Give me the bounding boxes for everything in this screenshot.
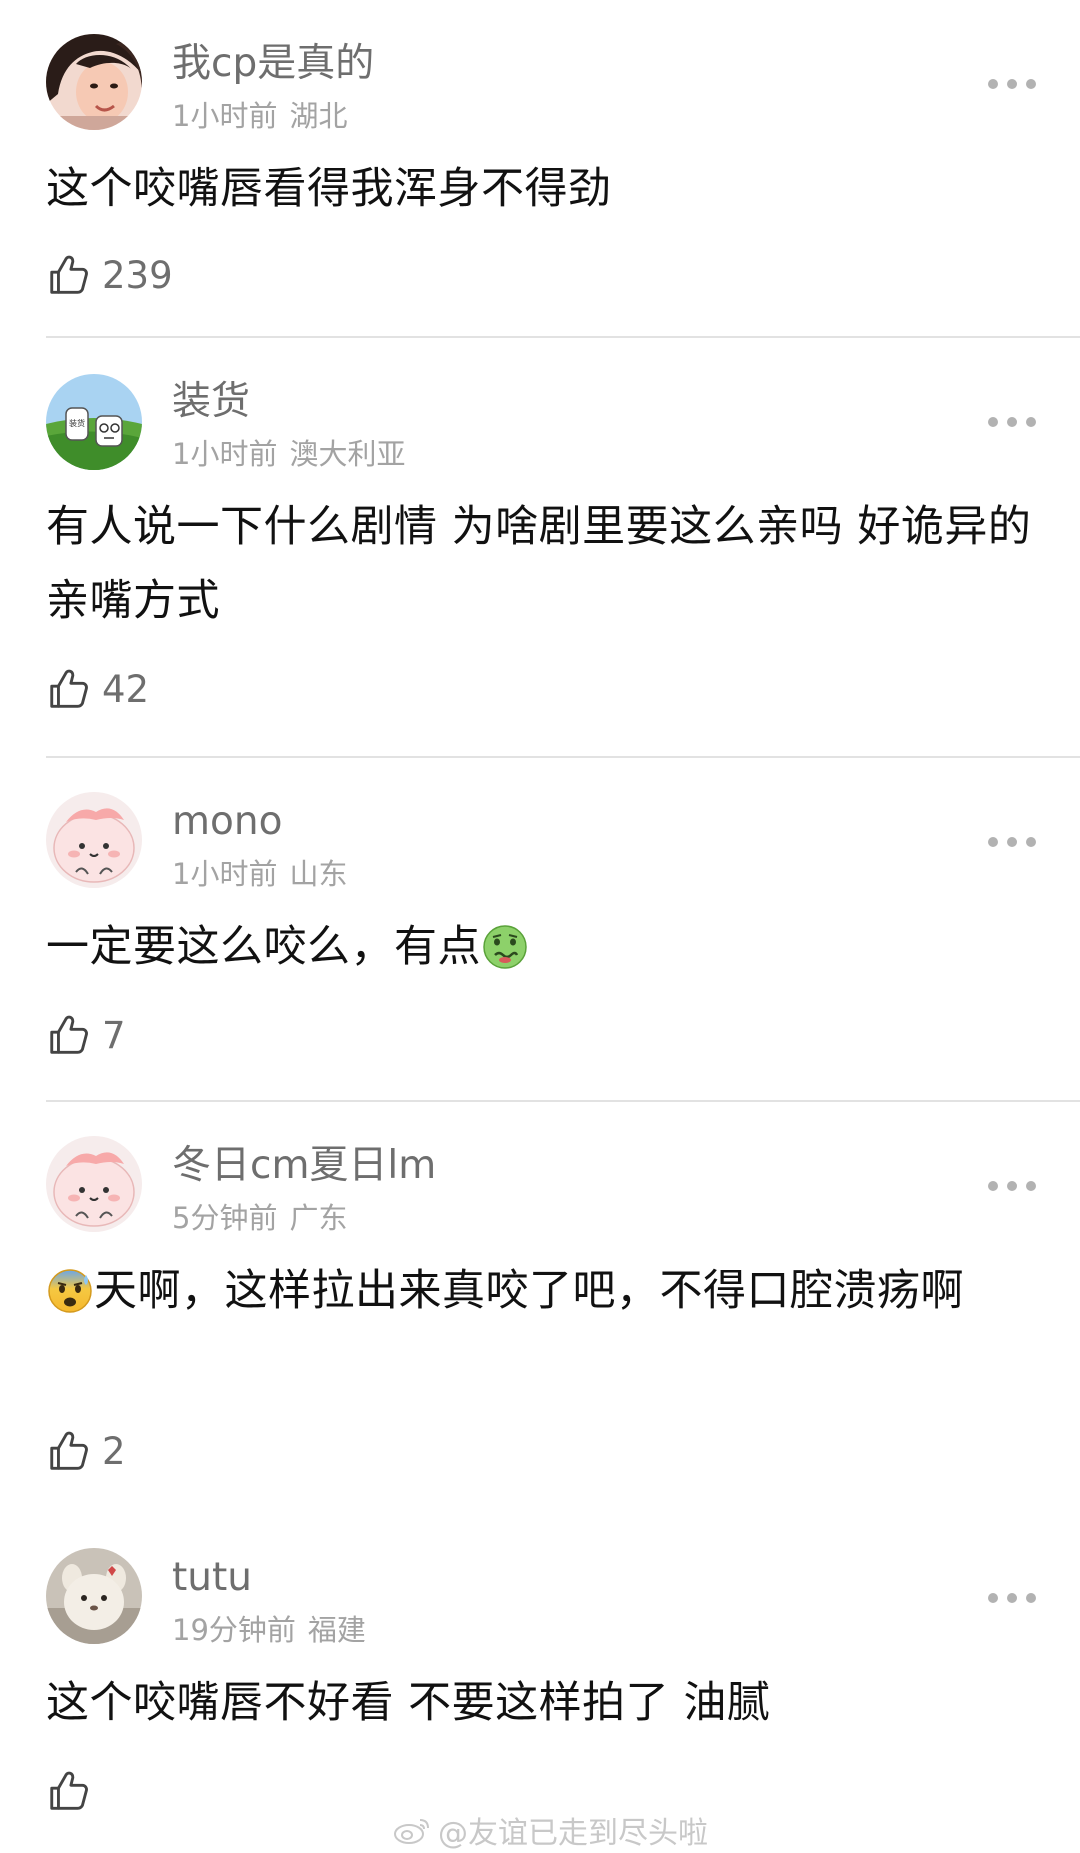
thumbs-up-icon (50, 1431, 88, 1470)
comment-location: 福建 (307, 1613, 366, 1647)
avatar[interactable] (46, 792, 142, 888)
divider (46, 756, 1080, 758)
comment-time: 1小时前 (172, 857, 278, 891)
like-count: 2 (102, 1429, 126, 1473)
dot-icon (1007, 837, 1017, 847)
comment-text: 天啊，这样拉出来真咬了吧，不得口腔溃疡啊 (46, 1254, 1036, 1328)
comment-text-content: 天啊，这样拉出来真咬了吧，不得口腔溃疡啊 (94, 1266, 964, 1316)
like-count: 239 (102, 253, 173, 297)
more-options-button[interactable] (988, 1176, 1036, 1196)
more-options-button[interactable] (988, 1588, 1036, 1608)
dot-icon (988, 79, 998, 89)
dot-icon (1007, 79, 1017, 89)
comment-location: 湖北 (289, 99, 348, 133)
username[interactable]: mono (172, 798, 282, 846)
dot-icon (1026, 1593, 1036, 1603)
dot-icon (988, 1181, 998, 1191)
comment-text: 这个咬嘴唇不好看 不要这样拍了 油腻 (46, 1678, 771, 1728)
comment-text: 有人说一下什么剧情 为啥剧里要这么亲吗 好诡异的亲嘴方式 (46, 502, 1032, 626)
like-button[interactable]: 2 (46, 1426, 126, 1476)
like-button[interactable] (46, 1766, 102, 1816)
divider (46, 336, 1080, 338)
plush-toy-avatar-icon (46, 1548, 142, 1644)
cartoon-landscape-avatar-icon: 装货 (46, 374, 142, 470)
anxious-sweat-face-icon (46, 1267, 94, 1315)
comment-meta: 5分钟前 广东 (172, 1200, 347, 1236)
like-count: 42 (102, 667, 150, 711)
like-button[interactable]: 7 (46, 1010, 126, 1060)
avatar[interactable] (46, 1548, 142, 1644)
comment-text: 这个咬嘴唇看得我浑身不得劲 (46, 164, 612, 214)
weibo-logo-icon (394, 1819, 429, 1844)
comment-text: 一定要这么咬么，有点 (46, 910, 1046, 984)
dot-icon (1026, 79, 1036, 89)
nauseated-face-icon (481, 923, 529, 971)
dot-icon (1026, 417, 1036, 427)
username[interactable]: 冬日cm夏日lm (172, 1142, 436, 1190)
comment-text-content: 一定要这么咬么，有点 (46, 922, 481, 972)
comment-meta: 1小时前 湖北 (172, 98, 347, 134)
dot-icon (1007, 1181, 1017, 1191)
avatar-sign-text: 装货 (69, 418, 85, 428)
comment-meta: 1小时前 澳大利亚 (172, 436, 405, 472)
comment-time: 1小时前 (172, 99, 278, 133)
comment-time: 1小时前 (172, 437, 278, 471)
comment-location: 澳大利亚 (289, 437, 406, 471)
dot-icon (988, 417, 998, 427)
avatar[interactable]: 装货 (46, 374, 142, 470)
dot-icon (1007, 417, 1017, 427)
dot-icon (988, 837, 998, 847)
like-button[interactable]: 239 (46, 250, 173, 300)
comment-location: 广东 (289, 1201, 348, 1235)
comment-location: 山东 (289, 857, 348, 891)
thumbs-up-icon (50, 1015, 88, 1054)
comment-time: 19分钟前 (172, 1613, 296, 1647)
woman-photo-avatar-icon (46, 34, 142, 130)
avatar[interactable] (46, 34, 142, 130)
dot-icon (1026, 837, 1036, 847)
watermark-text: @友谊已走到尽头啦 (438, 1816, 708, 1851)
comment-meta: 1小时前 山东 (172, 856, 347, 892)
dot-icon (1026, 1181, 1036, 1191)
comment-meta: 19分钟前 福建 (172, 1612, 366, 1648)
dot-icon (988, 1593, 998, 1603)
more-options-button[interactable] (988, 74, 1036, 94)
pink-blob-avatar-icon (46, 1136, 142, 1232)
thumbs-up-icon (50, 669, 88, 708)
comment-feed: 我cp是真的 1小时前 湖北 这个咬嘴唇看得我浑身不得劲 239 装货 装货 1… (0, 0, 1080, 1853)
username[interactable]: 我cp是真的 (172, 40, 374, 88)
thumbs-up-icon (50, 255, 88, 294)
divider (46, 1100, 1080, 1102)
thumbs-up-icon (50, 1771, 88, 1810)
username[interactable]: tutu (172, 1554, 252, 1602)
like-count: 7 (102, 1013, 126, 1057)
comment-time: 5分钟前 (172, 1201, 278, 1235)
watermark: @友谊已走到尽头啦 (392, 1808, 708, 1852)
like-button[interactable]: 42 (46, 664, 149, 714)
username[interactable]: 装货 (172, 378, 250, 426)
more-options-button[interactable] (988, 832, 1036, 852)
dot-icon (1007, 1593, 1017, 1603)
more-options-button[interactable] (988, 412, 1036, 432)
pink-blob-avatar-icon (46, 792, 142, 888)
avatar[interactable] (46, 1136, 142, 1232)
